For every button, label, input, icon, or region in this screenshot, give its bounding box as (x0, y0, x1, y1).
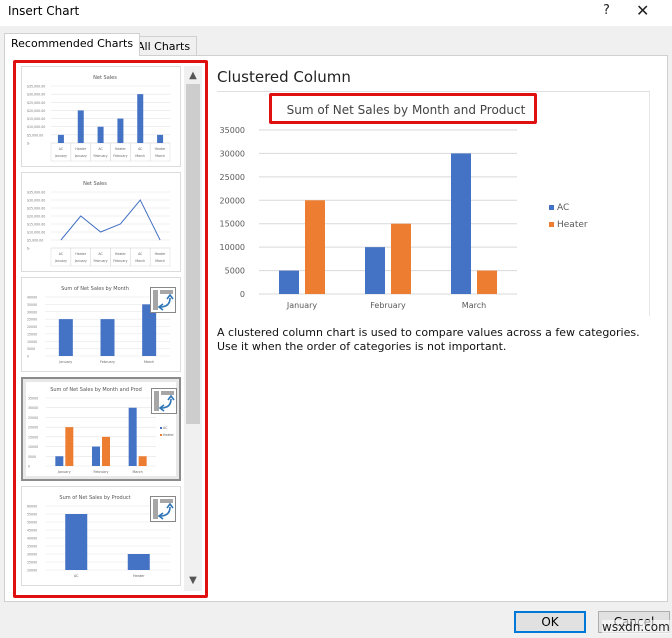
bar-ac-february (365, 247, 385, 294)
highlight-box-chart-title (269, 93, 537, 124)
bar-ac-january (279, 270, 299, 294)
title-bar: Insert Chart ? ✕ (0, 0, 672, 26)
y-tick-label: 0 (240, 290, 245, 299)
y-tick-label: 35000 (220, 126, 245, 135)
y-tick-label: 20000 (220, 196, 245, 205)
chart-description: A clustered column chart is used to comp… (217, 326, 640, 353)
bar-ac-march (451, 153, 471, 294)
x-tick-label: January (286, 301, 318, 310)
dialog-title: Insert Chart (8, 4, 80, 18)
legend-label: Heater (557, 220, 588, 230)
bar-heater-march (477, 270, 497, 294)
legend-swatch (549, 222, 554, 227)
close-button[interactable]: ✕ (636, 1, 649, 20)
tab-all-charts[interactable]: All Charts (130, 36, 198, 55)
help-button[interactable]: ? (603, 3, 610, 18)
x-tick-label: February (370, 301, 406, 310)
y-tick-label: 30000 (220, 149, 245, 158)
legend-swatch (549, 205, 554, 210)
y-tick-label: 25000 (220, 173, 245, 182)
y-tick-label: 10000 (220, 243, 245, 252)
highlight-box-thumbnails (13, 60, 208, 598)
y-tick-label: 15000 (220, 220, 245, 229)
x-tick-label: March (462, 301, 486, 310)
ok-button[interactable]: OK (514, 611, 586, 633)
clustered-column-chart: Sum of Net Sales by Month and Product050… (220, 103, 588, 310)
preview-chart-type-name: Clustered Column (217, 68, 351, 86)
bar-heater-january (305, 200, 325, 294)
bar-heater-february (391, 223, 411, 294)
chart-preview: Sum of Net Sales by Month and Product 0 50… (217, 92, 650, 316)
y-tick-label: 5000 (225, 267, 245, 276)
watermark: wsxdn.com (602, 620, 670, 634)
tab-recommended-charts[interactable]: Recommended Charts (4, 33, 141, 56)
legend-label: AC (557, 203, 569, 213)
